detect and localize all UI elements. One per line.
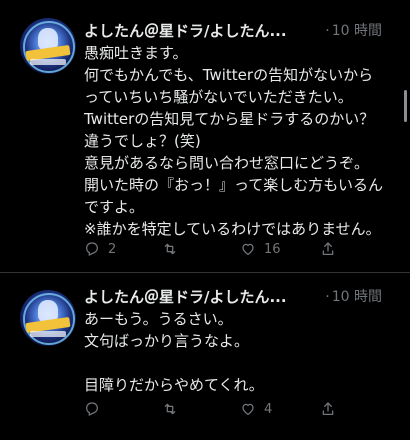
- retweet-button[interactable]: [162, 398, 186, 420]
- reply-button[interactable]: 2: [84, 238, 116, 260]
- tweet-time[interactable]: · 10 時間: [325, 20, 382, 42]
- like-count: 4: [264, 401, 273, 417]
- reply-count: 2: [108, 241, 117, 257]
- tweet-text-line: 開いた時の『おっ！』って楽しむ方もいるん: [84, 176, 383, 194]
- tweet-header: よしたん＠星ドラ/よしたん... · 10 時間: [84, 20, 402, 42]
- author-name[interactable]: よしたん＠星ドラ/よしたん...: [84, 288, 287, 306]
- tweet-time[interactable]: · 10 時間: [325, 286, 382, 308]
- tweet-text-line: ※誰かを特定しているわけではありません。: [84, 220, 381, 238]
- reply-button[interactable]: [84, 398, 108, 420]
- retweet-button[interactable]: [162, 238, 186, 260]
- like-button[interactable]: 16: [240, 238, 281, 260]
- share-button[interactable]: [320, 398, 336, 420]
- tweet-text-line: っていちいち騒がないでいただきたい。: [84, 88, 353, 106]
- tweet[interactable]: よしたん＠星ドラ/よしたん... · 10 時間 愚痴吐きます。 何でもかんでも、…: [0, 0, 410, 272]
- tweet-text: 愚痴吐きます。 何でもかんでも、Twitterの告知がないから っていちいち騒が…: [84, 42, 404, 240]
- tweet-header: よしたん＠星ドラ/よしたん... · 10 時間: [84, 286, 402, 308]
- share-button[interactable]: [320, 238, 336, 260]
- tweet-time-label: 10 時間: [331, 289, 382, 305]
- tweet-divider: [0, 272, 410, 273]
- tweet-text-line: ですよ。: [84, 198, 145, 216]
- reply-icon: [86, 402, 98, 417]
- tweet-text-line: 目障りだからやめてくれ。: [84, 376, 264, 394]
- tweet-text-line: [84, 352, 404, 374]
- tweet-text-line: Twitterの告知見てから星ドラするのかい？: [84, 110, 375, 128]
- tweet-text-line: 愚痴吐きます。: [84, 44, 188, 62]
- share-icon: [322, 242, 334, 255]
- avatar[interactable]: [20, 18, 76, 74]
- tweet-text-line: 文句ばっかり言うなよ。: [84, 332, 250, 350]
- author-name[interactable]: よしたん＠星ドラ/よしたん...: [84, 22, 287, 40]
- tweet-actions: 4: [84, 398, 344, 420]
- like-button[interactable]: 4: [240, 398, 272, 420]
- tweet-text: あーもう。うるさい。 文句ばっかり言うなよ。 目障りだからやめてくれ。: [84, 308, 404, 396]
- tweet-text-line: 何でもかんでも、Twitterの告知がないから: [84, 66, 374, 84]
- avatar-banner-sub: [30, 59, 66, 65]
- tweet[interactable]: よしたん＠星ドラ/よしたん... · 10 時間 あーもう。うるさい。 文句ばっか…: [0, 274, 410, 440]
- separator-dot: ·: [325, 289, 330, 305]
- like-icon: [242, 243, 254, 255]
- avatar[interactable]: [20, 290, 76, 346]
- scrollbar[interactable]: [404, 90, 407, 122]
- tweet-time-label: 10 時間: [331, 23, 382, 39]
- tweet-actions: 2 16: [84, 238, 344, 260]
- reply-icon: [86, 242, 98, 257]
- tweet-text-line: 意見があるなら問い合わせ窓口にどうぞ。: [84, 154, 370, 172]
- share-icon: [322, 402, 334, 415]
- avatar-banner-sub: [30, 331, 66, 337]
- like-icon: [242, 403, 254, 415]
- tweet-text-line: 違うでしょ？(笑): [84, 132, 201, 150]
- tweet-text-line: あーもう。うるさい。: [84, 310, 233, 328]
- like-count: 16: [264, 241, 281, 257]
- separator-dot: ·: [325, 23, 330, 39]
- retweet-icon: [164, 403, 176, 415]
- retweet-icon: [164, 243, 176, 255]
- timeline: よしたん＠星ドラ/よしたん... · 10 時間 愚痴吐きます。 何でもかんでも、…: [0, 0, 410, 440]
